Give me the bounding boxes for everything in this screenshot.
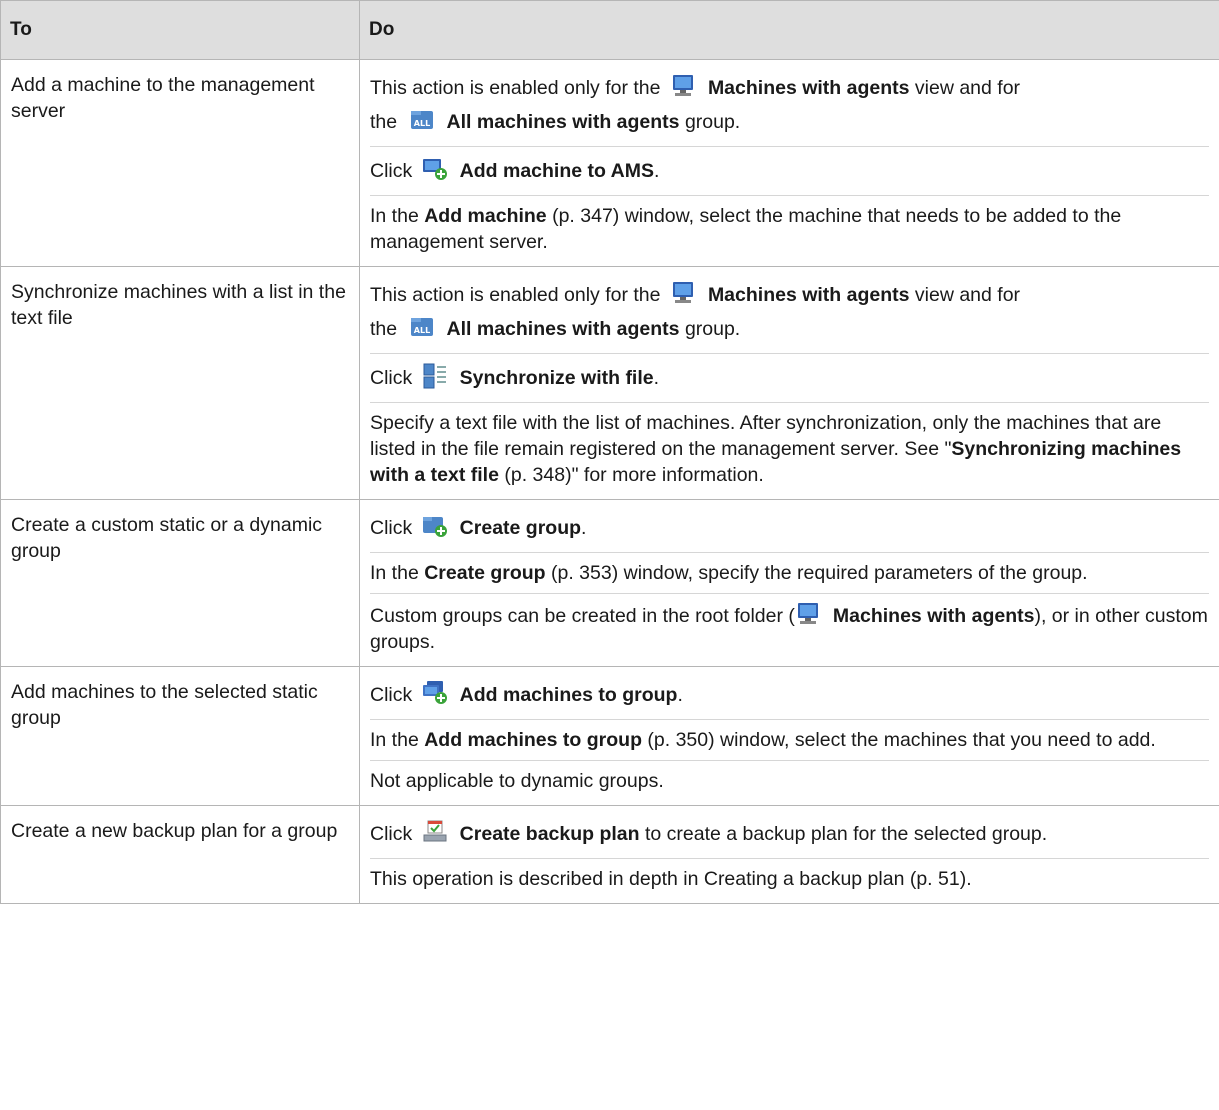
instruction-paragraph: Click Synchronize with file. <box>370 353 1209 402</box>
synchronize-with-file-action[interactable]: Synchronize with file <box>460 367 654 389</box>
all-machines-group-icon: ALL <box>409 107 435 133</box>
actions-table: To Do Add a machine to the management se… <box>0 0 1219 904</box>
instruction-paragraph: This action is enabled only for the Mach… <box>370 271 1209 353</box>
add-machine-icon[interactable] <box>422 156 448 182</box>
add-machines-to-group-action[interactable]: Add machines to group <box>460 684 678 706</box>
instruction-paragraph: In the Add machine (p. 347) window, sele… <box>370 195 1209 262</box>
svg-text:ALL: ALL <box>413 119 429 128</box>
all-machines-group-icon: ALL <box>409 314 435 340</box>
column-header-do: Do <box>359 0 1219 60</box>
table-row: Create a new backup plan for a group Cli… <box>0 805 1219 904</box>
add-machine-to-ams-action[interactable]: Add machine to AMS <box>460 160 654 182</box>
column-header-to: To <box>0 0 360 60</box>
instruction-paragraph: Not applicable to dynamic groups. <box>370 760 1209 801</box>
instruction-paragraph: This action is enabled only for the Mach… <box>370 64 1209 146</box>
instruction-paragraph: Click Add machine to AMS. <box>370 146 1209 195</box>
task-cell: Add a machine to the management server <box>0 59 360 267</box>
computer-icon <box>670 73 696 99</box>
add-machines-to-group-icon[interactable] <box>422 680 448 706</box>
instruction-paragraph: Click Create group. <box>370 504 1209 552</box>
instruction-paragraph: Click Create backup plan to create a bac… <box>370 810 1209 858</box>
computer-icon <box>795 601 821 627</box>
table-row: Create a custom static or a dynamic grou… <box>0 499 1219 667</box>
backup-plan-icon[interactable] <box>422 819 448 845</box>
instruction-paragraph: Click Add machines to group. <box>370 671 1209 719</box>
table-row: Add a machine to the management server T… <box>0 59 1219 267</box>
instruction-paragraph: In the Add machines to group (p. 350) wi… <box>370 719 1209 760</box>
instructions-cell: This action is enabled only for the Mach… <box>359 266 1219 500</box>
instruction-paragraph: Custom groups can be created in the root… <box>370 593 1209 662</box>
task-cell: Create a new backup plan for a group <box>0 805 360 904</box>
table-header-row: To Do <box>0 0 1219 60</box>
task-cell: Add machines to the selected static grou… <box>0 666 360 806</box>
create-group-action[interactable]: Create group <box>460 517 581 539</box>
instructions-cell: Click Create group. In the Create group … <box>359 499 1219 667</box>
instructions-cell: Click Create backup plan to create a bac… <box>359 805 1219 904</box>
computer-icon <box>670 280 696 306</box>
table-row: Add machines to the selected static grou… <box>0 666 1219 806</box>
table-row: Synchronize machines with a list in the … <box>0 266 1219 500</box>
instruction-paragraph: Specify a text file with the list of mac… <box>370 402 1209 495</box>
task-cell: Create a custom static or a dynamic grou… <box>0 499 360 667</box>
instructions-cell: This action is enabled only for the Mach… <box>359 59 1219 267</box>
instruction-paragraph: In the Create group (p. 353) window, spe… <box>370 552 1209 593</box>
create-backup-plan-action[interactable]: Create backup plan <box>460 823 640 845</box>
instruction-paragraph: This operation is described in depth in … <box>370 858 1209 899</box>
machines-with-agents-link: Machines with agents <box>707 77 910 99</box>
svg-text:ALL: ALL <box>413 326 429 335</box>
task-cell: Synchronize machines with a list in the … <box>0 266 360 500</box>
instructions-cell: Click Add machines to group. In the Add … <box>359 666 1219 806</box>
synchronize-file-icon[interactable] <box>422 363 448 389</box>
create-group-icon[interactable] <box>422 513 448 539</box>
